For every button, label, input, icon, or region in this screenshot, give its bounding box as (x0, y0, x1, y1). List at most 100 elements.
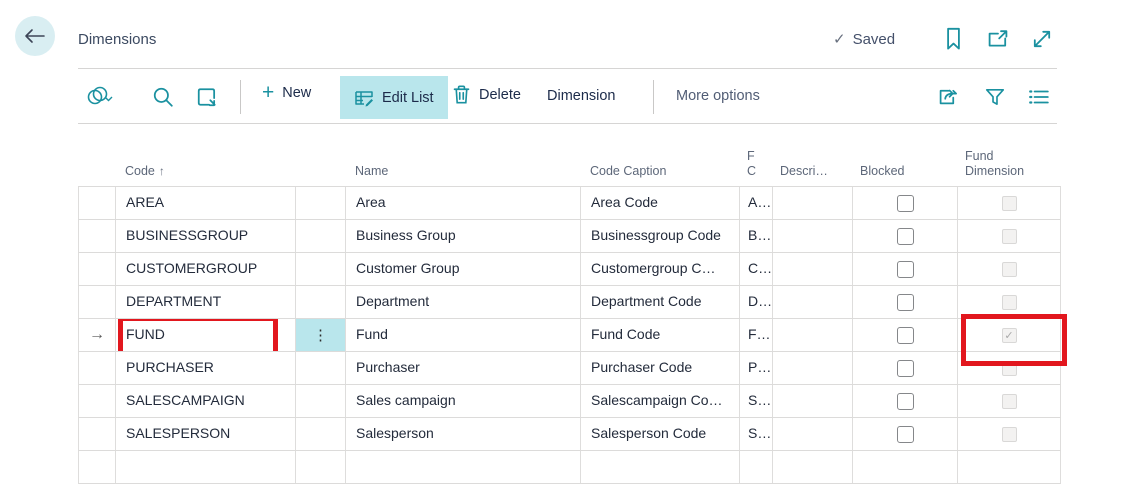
cell-fc[interactable] (740, 451, 773, 483)
cell-name[interactable]: Purchaser (346, 352, 581, 384)
cell-selection[interactable] (79, 352, 116, 384)
cell-fc[interactable]: D… (740, 286, 773, 318)
blocked-checkbox[interactable] (897, 360, 914, 377)
table-row[interactable] (78, 451, 1061, 484)
cell-code[interactable]: SALESCAMPAIGN (116, 385, 296, 417)
views-button[interactable] (86, 84, 113, 108)
cell-row-menu[interactable] (296, 286, 346, 318)
blocked-checkbox[interactable] (897, 393, 914, 410)
cell-description[interactable] (773, 418, 853, 450)
cell-description[interactable] (773, 352, 853, 384)
cell-description[interactable] (773, 385, 853, 417)
cell-row-menu[interactable] (296, 220, 346, 252)
cell-description[interactable] (773, 319, 853, 351)
cell-code[interactable]: DEPARTMENT (116, 286, 296, 318)
expand-icon[interactable] (1030, 27, 1054, 51)
cell-blocked[interactable] (853, 253, 958, 285)
more-options-button[interactable]: More options (676, 88, 760, 104)
cell-blocked[interactable] (853, 220, 958, 252)
blocked-checkbox[interactable] (897, 228, 914, 245)
cell-code-caption[interactable]: Purchaser Code (581, 352, 740, 384)
blocked-checkbox[interactable] (897, 294, 914, 311)
cell-selection[interactable] (79, 253, 116, 285)
filter-button[interactable] (984, 86, 1006, 108)
column-list-button[interactable] (1028, 87, 1050, 107)
column-header-fund-dimension[interactable]: Fund Dimension (957, 149, 1060, 179)
cell-description[interactable] (773, 451, 853, 483)
cell-fc[interactable]: B… (740, 220, 773, 252)
column-header-code[interactable]: Code↑ (115, 164, 295, 179)
cell-row-menu[interactable] (296, 352, 346, 384)
cell-blocked[interactable] (853, 187, 958, 219)
cell-fc[interactable]: P… (740, 352, 773, 384)
cell-fc[interactable]: A… (740, 187, 773, 219)
cell-name[interactable] (346, 451, 581, 483)
column-header-fc[interactable]: F C (739, 149, 772, 179)
cell-selection[interactable] (79, 187, 116, 219)
cell-fc[interactable]: C… (740, 253, 773, 285)
blocked-checkbox[interactable] (897, 327, 914, 344)
column-header-description[interactable]: Descri… (772, 164, 852, 179)
cell-code[interactable] (116, 451, 296, 483)
cell-selection[interactable]: → (79, 319, 116, 351)
cell-name[interactable]: Customer Group (346, 253, 581, 285)
column-header-blocked[interactable]: Blocked (852, 164, 957, 179)
cell-description[interactable] (773, 187, 853, 219)
cell-code[interactable]: BUSINESSGROUP (116, 220, 296, 252)
column-header-name[interactable]: Name (345, 164, 580, 179)
analyze-button[interactable] (196, 86, 218, 108)
cell-blocked[interactable] (853, 451, 958, 483)
cell-name[interactable]: Department (346, 286, 581, 318)
cell-code-caption[interactable] (581, 451, 740, 483)
new-button[interactable]: + New (262, 84, 311, 102)
cell-description[interactable] (773, 253, 853, 285)
cell-selection[interactable] (79, 286, 116, 318)
cell-blocked[interactable] (853, 319, 958, 351)
search-button[interactable] (152, 86, 174, 108)
delete-button[interactable]: Delete (452, 84, 521, 105)
blocked-checkbox[interactable] (897, 426, 914, 443)
cell-blocked[interactable] (853, 385, 958, 417)
column-header-code-caption[interactable]: Code Caption (580, 164, 739, 179)
table-row[interactable]: SALESCAMPAIGN Sales campaign Salescampai… (78, 385, 1061, 418)
cell-name[interactable]: Business Group (346, 220, 581, 252)
table-row[interactable]: DEPARTMENT Department Department Code D… (78, 286, 1061, 319)
cell-fc[interactable]: S… (740, 385, 773, 417)
cell-description[interactable] (773, 220, 853, 252)
cell-selection[interactable] (79, 385, 116, 417)
dimension-button[interactable]: Dimension (547, 88, 616, 104)
cell-selection[interactable] (79, 451, 116, 483)
cell-row-menu[interactable]: ⋮ (296, 319, 346, 351)
blocked-checkbox[interactable] (897, 261, 914, 278)
table-row[interactable]: BUSINESSGROUP Business Group Businessgro… (78, 220, 1061, 253)
cell-code-caption[interactable]: Fund Code (581, 319, 740, 351)
table-row[interactable]: CUSTOMERGROUP Customer Group Customergro… (78, 253, 1061, 286)
cell-name[interactable]: Salesperson (346, 418, 581, 450)
cell-code-caption[interactable]: Customergroup C… (581, 253, 740, 285)
table-row[interactable]: SALESPERSON Salesperson Salesperson Code… (78, 418, 1061, 451)
cell-row-menu[interactable] (296, 187, 346, 219)
cell-fc[interactable]: F… (740, 319, 773, 351)
back-button[interactable] (15, 16, 55, 56)
cell-code[interactable]: SALESPERSON (116, 418, 296, 450)
cell-row-menu[interactable] (296, 253, 346, 285)
cell-code-caption[interactable]: Area Code (581, 187, 740, 219)
share-button[interactable] (936, 85, 959, 108)
blocked-checkbox[interactable] (897, 195, 914, 212)
cell-code-caption[interactable]: Department Code (581, 286, 740, 318)
edit-list-button[interactable]: Edit List (340, 76, 448, 119)
table-row[interactable]: → FUND ⋮ Fund Fund Code F… ✓ (78, 319, 1061, 352)
cell-code-caption[interactable]: Salescampaign Co… (581, 385, 740, 417)
cell-name[interactable]: Sales campaign (346, 385, 581, 417)
cell-row-menu[interactable] (296, 418, 346, 450)
cell-blocked[interactable] (853, 352, 958, 384)
bookmark-icon[interactable] (943, 27, 964, 51)
cell-row-menu[interactable] (296, 451, 346, 483)
cell-fc[interactable]: S… (740, 418, 773, 450)
cell-blocked[interactable] (853, 418, 958, 450)
cell-code[interactable]: AREA (116, 187, 296, 219)
cell-code-caption[interactable]: Salesperson Code (581, 418, 740, 450)
popout-icon[interactable] (986, 27, 1010, 51)
cell-code-caption[interactable]: Businessgroup Code (581, 220, 740, 252)
table-row[interactable]: PURCHASER Purchaser Purchaser Code P… (78, 352, 1061, 385)
